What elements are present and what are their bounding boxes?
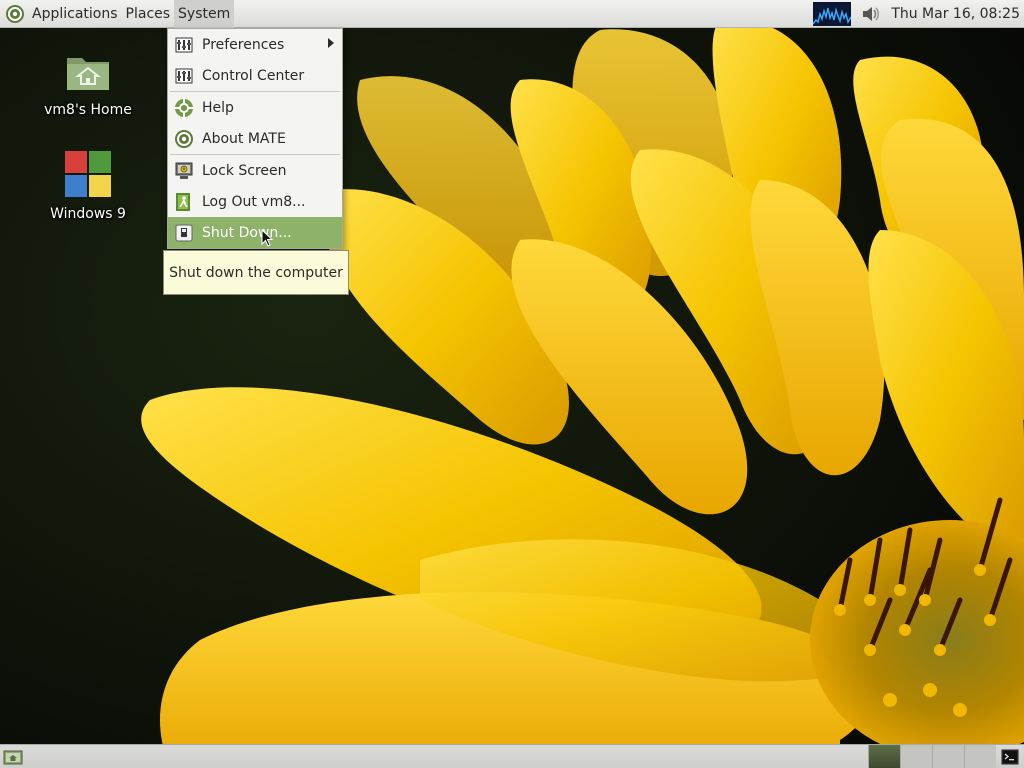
menu-item-label: Shut Down...: [202, 224, 292, 241]
menu-item-help[interactable]: Help: [168, 92, 342, 123]
control-center-icon: [174, 66, 194, 86]
desktop-wallpaper: [0, 0, 1024, 768]
mate-logo-icon[interactable]: [4, 3, 26, 25]
panel-tray: Thu Mar 16, 08:25: [813, 0, 1024, 28]
menu-item-log-out[interactable]: Log Out vm8...: [168, 186, 342, 217]
bottom-panel: [0, 744, 1024, 768]
menu-item-control-center[interactable]: Control Center: [168, 60, 342, 91]
desktop-icon-windows9[interactable]: Windows 9: [38, 150, 138, 222]
mate-logo-icon: [174, 129, 194, 149]
menu-item-label: About MATE: [202, 130, 286, 147]
desktop-icon-home[interactable]: vm8's Home: [38, 50, 138, 118]
system-monitor-graph[interactable]: [813, 1, 852, 26]
submenu-arrow-icon: [328, 38, 334, 48]
menu-item-label: Preferences: [202, 36, 285, 53]
lock-screen-icon: [174, 161, 194, 181]
logout-icon: [174, 192, 194, 212]
desktop-icon-label: Windows 9: [50, 206, 126, 222]
menu-item-shut-down[interactable]: Shut Down...: [168, 217, 342, 248]
menu-item-label: Help: [202, 99, 234, 116]
menu-item-preferences[interactable]: Preferences: [168, 29, 342, 60]
mouse-cursor-icon: [261, 229, 274, 247]
tooltip-text: Shut down the computer: [169, 264, 343, 281]
tooltip: Shut down the computer: [163, 250, 349, 295]
menu-item-label: Control Center: [202, 67, 305, 84]
system-dropdown-menu: Preferences Control Center Help About MA…: [167, 28, 343, 249]
clock[interactable]: Thu Mar 16, 08:25: [891, 6, 1024, 22]
menu-item-about-mate[interactable]: About MATE: [168, 123, 342, 154]
top-panel: Applications Places System Thu Mar 16, 0…: [0, 0, 1024, 28]
workspace-2[interactable]: [900, 745, 932, 768]
menu-item-lock-screen[interactable]: Lock Screen: [168, 155, 342, 186]
help-icon: [174, 98, 194, 118]
menu-item-label: Lock Screen: [202, 162, 287, 179]
places-menu[interactable]: Places: [122, 0, 175, 28]
windows-logo-icon: [65, 151, 111, 197]
terminal-icon[interactable]: [996, 745, 1024, 768]
workspace-1[interactable]: [868, 745, 900, 768]
home-folder-icon: [67, 58, 109, 90]
desktop-icon-label: vm8's Home: [44, 102, 132, 118]
workspace-3[interactable]: [932, 745, 964, 768]
preferences-icon: [174, 35, 194, 55]
volume-icon[interactable]: [857, 2, 885, 26]
show-desktop-icon[interactable]: [2, 747, 24, 767]
workspace-4[interactable]: [964, 745, 996, 768]
menu-item-label: Log Out vm8...: [202, 193, 306, 210]
system-menu-button[interactable]: System: [174, 0, 235, 28]
workspace-switcher: [868, 745, 996, 768]
shutdown-icon: [174, 223, 194, 243]
applications-menu[interactable]: Applications: [28, 0, 122, 28]
